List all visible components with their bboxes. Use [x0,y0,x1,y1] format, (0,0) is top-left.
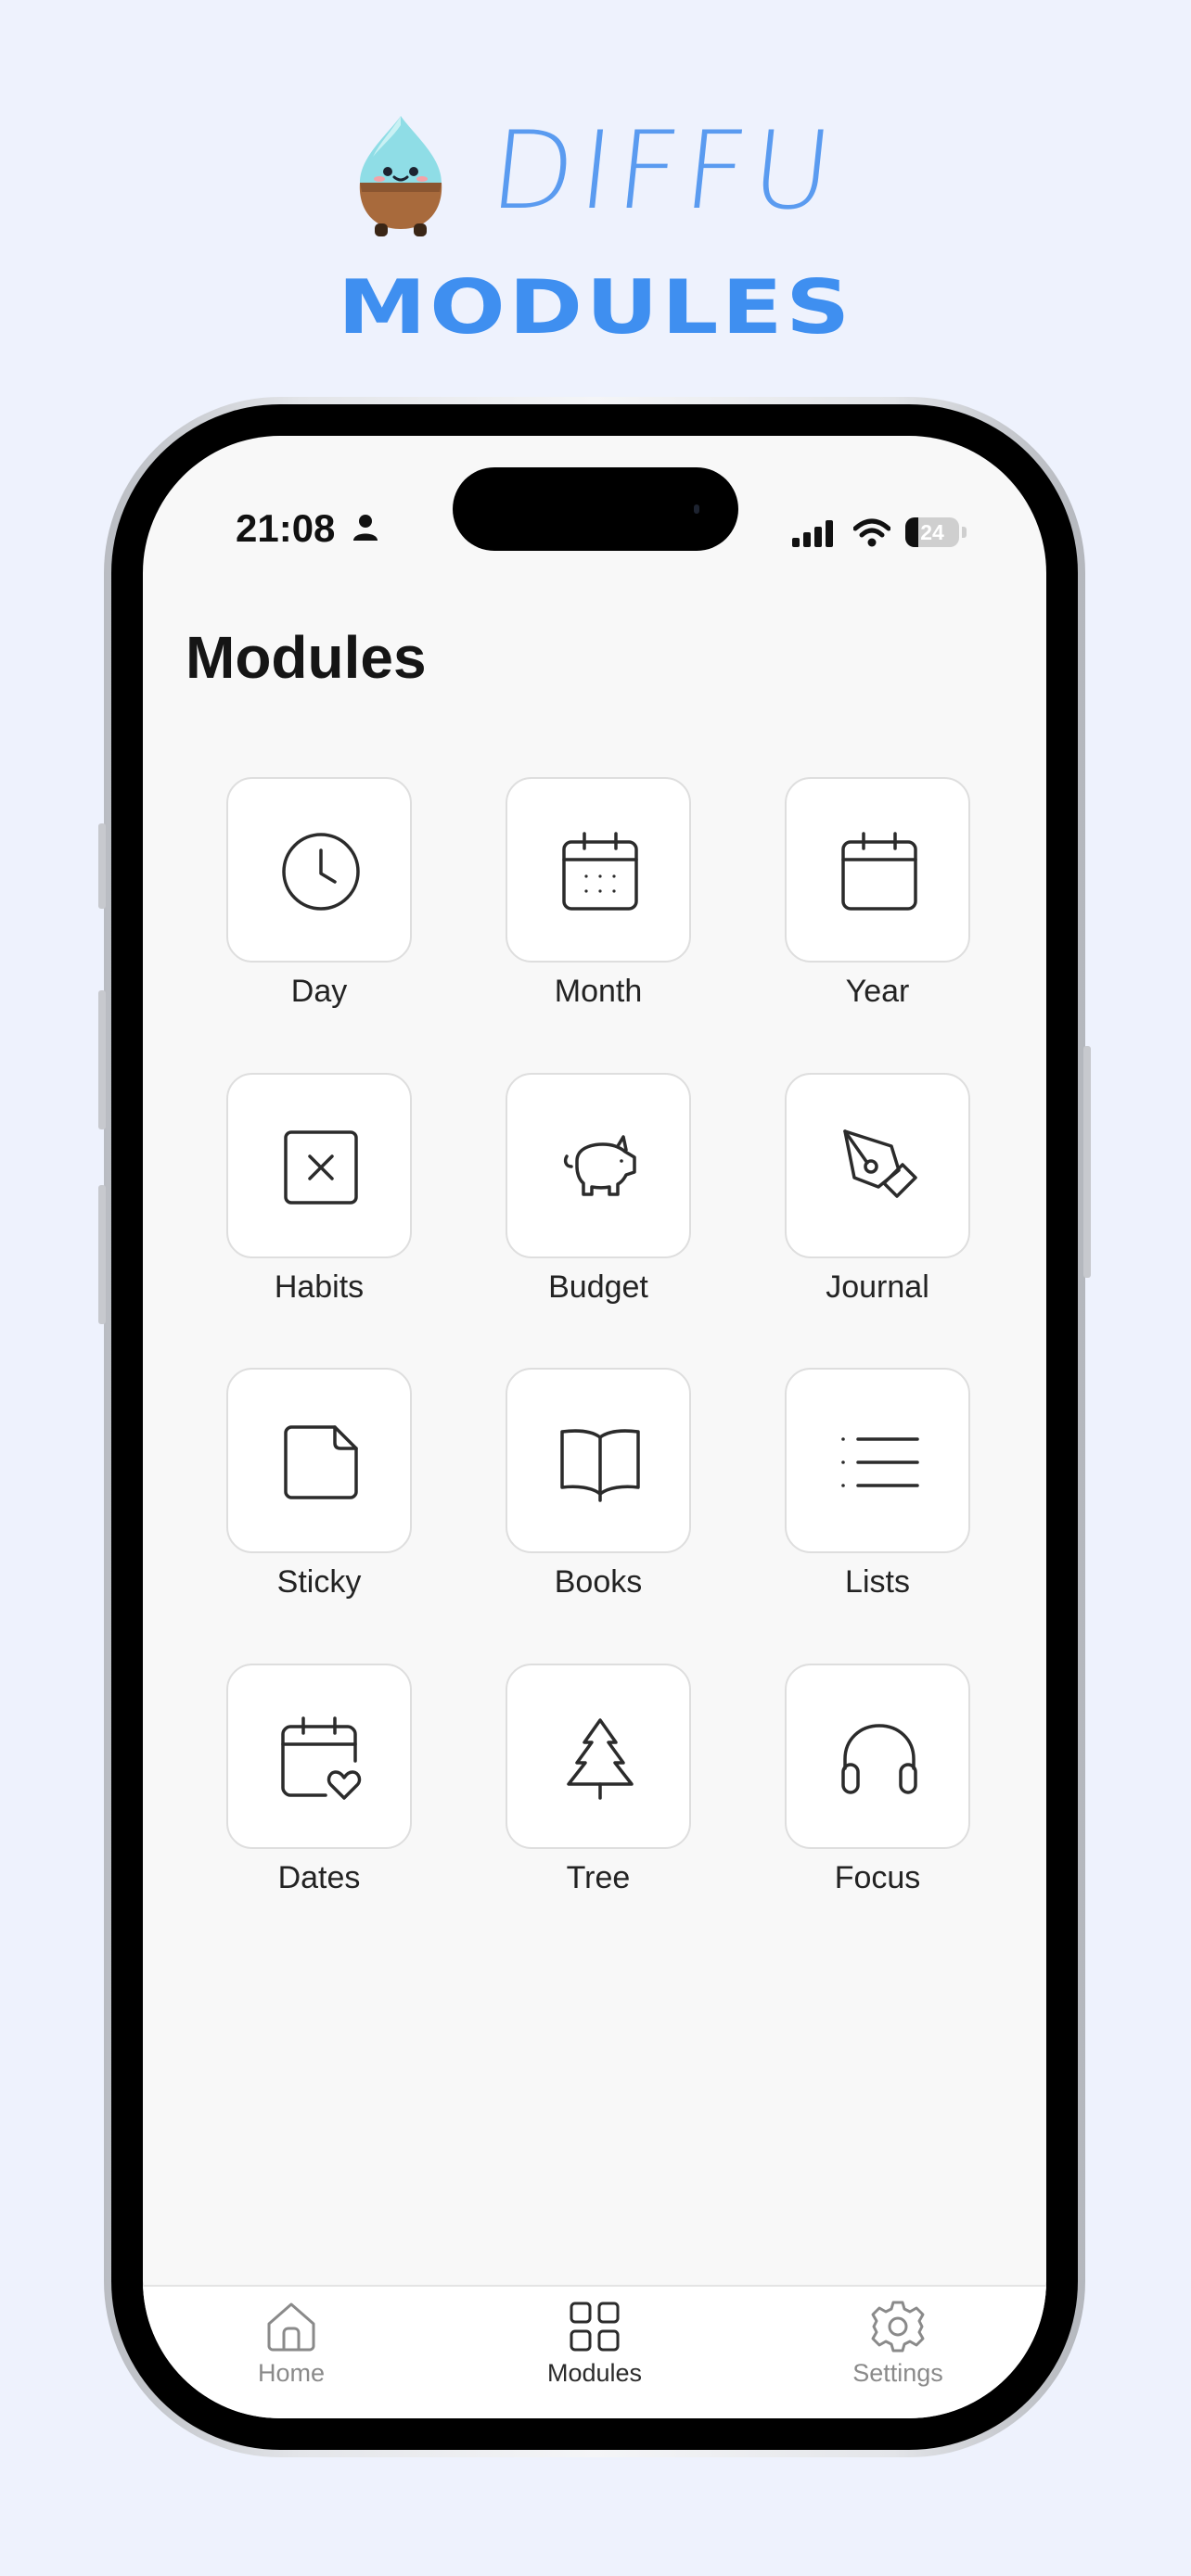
module-label: Day [290,974,348,1009]
phone-frame: 21:08 24 Modules Day Month Year Habits B… [98,397,1091,2457]
action-button [98,823,106,909]
tab-settings[interactable]: Settings [787,2300,1009,2402]
module-label: Tree [566,1860,631,1895]
module-tile[interactable] [785,777,970,963]
piggy-bank-icon [563,1135,636,1196]
module-label: Year [845,974,910,1009]
tab-bar: Home Modules Settings [143,2285,1046,2418]
mascot-logo-icon [359,116,442,236]
module-tile[interactable] [506,1073,691,1258]
module-month[interactable]: Month [459,777,737,1027]
module-tile[interactable] [506,1664,691,1849]
module-focus[interactable]: Focus [738,1664,1017,1914]
battery-cap [962,527,967,538]
dynamic-island [453,467,738,551]
module-books[interactable]: Books [459,1368,737,1618]
tab-label: Settings [852,2359,943,2387]
gear-icon [871,2301,925,2353]
screen-title: Modules [186,624,427,691]
home-icon [267,2302,315,2352]
calendar-dots-icon [562,832,638,911]
module-day[interactable]: Day [180,777,458,1027]
module-year[interactable]: Year [738,777,1017,1027]
clock-icon [282,833,360,911]
module-label: Journal [826,1269,929,1305]
page-heading: MODULES [338,264,853,351]
module-tile[interactable] [226,1664,412,1849]
volume-up-button [98,990,106,1129]
sticky-note-icon [284,1425,358,1499]
module-sticky[interactable]: Sticky [180,1368,458,1618]
module-tile[interactable] [506,1368,691,1553]
headphones-icon [841,1724,917,1794]
module-tile[interactable] [226,1368,412,1553]
module-label: Sticky [276,1564,362,1600]
tab-label: Modules [546,2359,643,2387]
status-time: 21:08 [236,506,336,550]
tab-modules[interactable]: Modules [483,2300,706,2402]
module-label: Lists [845,1564,910,1600]
brand-name: DIFFU [484,108,844,234]
pine-tree-icon [567,1718,634,1800]
module-tile[interactable] [226,777,412,963]
module-tile[interactable] [226,1073,412,1258]
side-power-button [1083,1046,1091,1278]
module-tree[interactable]: Tree [459,1664,737,1914]
battery-percent: 24 [920,520,944,544]
module-label: Dates [277,1860,361,1895]
wifi-icon [853,518,890,547]
calendar-heart-icon [281,1716,362,1800]
module-budget[interactable]: Budget [459,1073,737,1323]
grid-icon [570,2302,620,2352]
camera-icon [694,504,699,514]
cellular-signal-icon [792,520,833,547]
tab-label: Home [257,2359,326,2387]
tab-home[interactable]: Home [180,2300,403,2402]
brand-header: DIFFU [0,107,1191,246]
module-label: Books [554,1564,643,1600]
module-lists[interactable]: Lists [738,1368,1017,1618]
list-icon [841,1437,919,1487]
module-journal[interactable]: Journal [738,1073,1017,1323]
phone-screen: 21:08 24 Modules Day Month Year Habits B… [143,436,1046,2418]
module-dates[interactable]: Dates [180,1664,458,1914]
checkbox-x-icon [284,1130,358,1205]
battery-indicator: 24 [905,517,959,547]
person-icon [353,515,378,541]
module-label: Budget [548,1269,648,1305]
pen-nib-icon [843,1129,917,1198]
module-label: Habits [274,1269,365,1305]
module-label: Focus [834,1860,921,1895]
calendar-icon [841,832,917,911]
module-label: Month [554,974,643,1009]
module-tile[interactable] [785,1664,970,1849]
volume-down-button [98,1185,106,1324]
module-tile[interactable] [785,1368,970,1553]
module-habits[interactable]: Habits [180,1073,458,1323]
open-book-icon [560,1429,640,1502]
module-tile[interactable] [785,1073,970,1258]
module-tile[interactable] [506,777,691,963]
